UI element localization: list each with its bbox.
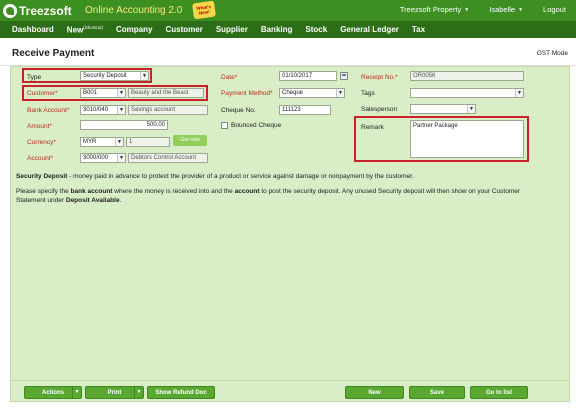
chevron-down-icon: ▼ [518,6,524,13]
treezsoft-logo[interactable]: Treezsoft [3,2,72,19]
bank-name-field: Savings account [128,105,208,115]
chevron-down-icon: ▼ [140,72,148,80]
page-title: Receive Payment [12,48,95,59]
chevron-down-icon: ▼ [134,387,143,398]
chevron-down-icon: ▼ [115,138,123,146]
cheque-no-input[interactable]: 111123 [279,105,331,115]
bank-account-label: Bank Account* [27,107,70,114]
currency-select[interactable]: MYR ▼ [80,137,124,147]
date-input[interactable]: 01/10/2017 [279,71,337,81]
notes-bold: account [234,188,260,195]
account-name-field: Debtors Control Account [128,153,208,163]
app-name: Online Accounting 2.0 [85,5,183,16]
type-select[interactable]: Security Deposit ▼ [80,71,149,81]
nav-general-ledger[interactable]: General Ledger [340,25,399,34]
nav-new[interactable]: New(Shortcut) [67,25,103,35]
amount-input[interactable]: 500.00 [80,120,168,130]
chevron-down-icon: ▼ [117,154,125,162]
payment-method-value: Cheque [282,90,304,96]
go-to-list-button[interactable]: Go to list [470,386,528,399]
remark-textarea[interactable]: Partner Package [410,120,524,158]
account-label: Account* [27,155,54,162]
salesperson-label: Salesperson [361,106,398,113]
nav-customer[interactable]: Customer [165,25,202,34]
actions-button[interactable]: Actions ▼ [24,386,82,399]
actions-label: Actions [41,390,64,396]
date-label: Date* [221,74,238,81]
exchange-rate-field: 1 [126,137,170,147]
notes-text: . [119,197,122,204]
account-select[interactable]: 3000/000 ▼ [80,153,126,163]
payment-method-label: Payment Method* [221,90,273,97]
new-button[interactable]: New [345,386,404,399]
logout-link[interactable]: Logout [543,5,566,14]
calendar-icon[interactable] [340,72,348,80]
get-rate-button[interactable]: Get rate [173,135,207,146]
chevron-down-icon: ▼ [117,106,125,114]
chevron-down-icon: ▼ [515,89,523,97]
user-menu[interactable]: Isabelle ▼ [489,5,523,14]
nav-dashboard[interactable]: Dashboard [12,25,54,34]
gst-mode-label: GST Mode [536,50,568,57]
chevron-down-icon: ▼ [464,6,470,13]
notes-term: Security Deposit [16,173,68,180]
bank-code: 3010/040 [83,107,109,113]
company-menu[interactable]: Treezsoft Property ▼ [400,5,469,14]
nav-new-label: New [66,25,84,35]
main-nav: Dashboard New(Shortcut) Company Customer… [0,21,576,38]
currency-label: Currency* [27,139,56,146]
type-label: Type [27,74,42,81]
customer-name-field: Beauty and the Beast [128,88,204,98]
nav-tax[interactable]: Tax [412,25,425,34]
salesperson-select[interactable]: ▼ [410,104,476,114]
bank-account-select[interactable]: 3010/040 ▼ [80,105,126,115]
nav-supplier[interactable]: Supplier [216,25,248,34]
tags-select[interactable]: ▼ [410,88,524,98]
type-value: Security Deposit [83,73,127,79]
nav-new-shortcut: (Shortcut) [83,24,104,30]
print-label: Print [107,390,122,396]
notes-text: where the money is received into and the [112,188,235,195]
top-header: Treezsoft Online Accounting 2.0 What's N… [0,0,576,21]
chevron-down-icon: ▼ [467,105,475,113]
account-code: 3000/000 [83,155,109,161]
receipt-no-label: Receipt No.* [361,74,398,81]
notes-bold: Deposit Available [65,197,120,204]
nav-stock[interactable]: Stock [305,25,327,34]
chevron-down-icon: ▼ [72,387,81,398]
notes-bold: bank account [70,188,113,195]
nav-banking[interactable]: Banking [261,25,293,34]
customer-code-select[interactable]: B001 ▼ [80,88,126,98]
whats-new-badge[interactable]: What's New! [191,0,217,20]
user-name: Isabelle [489,5,516,14]
logo-text: Treezsoft [19,3,72,18]
security-deposit-notes: Security Deposit - money paid in advance… [16,172,546,211]
currency-value: MYR [83,139,97,145]
notes-instructions: Please specify the bank account where th… [16,187,546,205]
print-button[interactable]: Print ▼ [85,386,144,399]
tags-label: Tags [361,90,375,97]
notes-text: Please specify the [16,188,71,195]
remark-label: Remark [361,124,384,131]
save-button[interactable]: Save [409,386,465,399]
show-refund-doc-button[interactable]: Show Refund Doc [147,386,215,399]
payment-method-select[interactable]: Cheque ▼ [279,88,345,98]
receipt-no-field: OR0056 [410,71,524,81]
page-heading: Receive Payment GST Mode [0,38,576,66]
cheque-no-label: Cheque No. [221,107,256,114]
bounced-cheque-label: Bounced Cheque [231,122,282,129]
company-name: Treezsoft Property [399,5,462,14]
amount-label: Amount* [27,123,52,130]
leaf-logo-icon [3,3,17,18]
nav-company[interactable]: Company [116,25,152,34]
bounced-cheque-checkbox[interactable] [221,122,228,129]
customer-code: B001 [83,90,98,96]
customer-label: Customer* [27,90,58,97]
notes-definition-text: - money paid in advance to protect the p… [67,173,414,180]
notes-definition: Security Deposit - money paid in advance… [16,172,546,181]
chevron-down-icon: ▼ [117,89,125,97]
chevron-down-icon: ▼ [336,89,344,97]
